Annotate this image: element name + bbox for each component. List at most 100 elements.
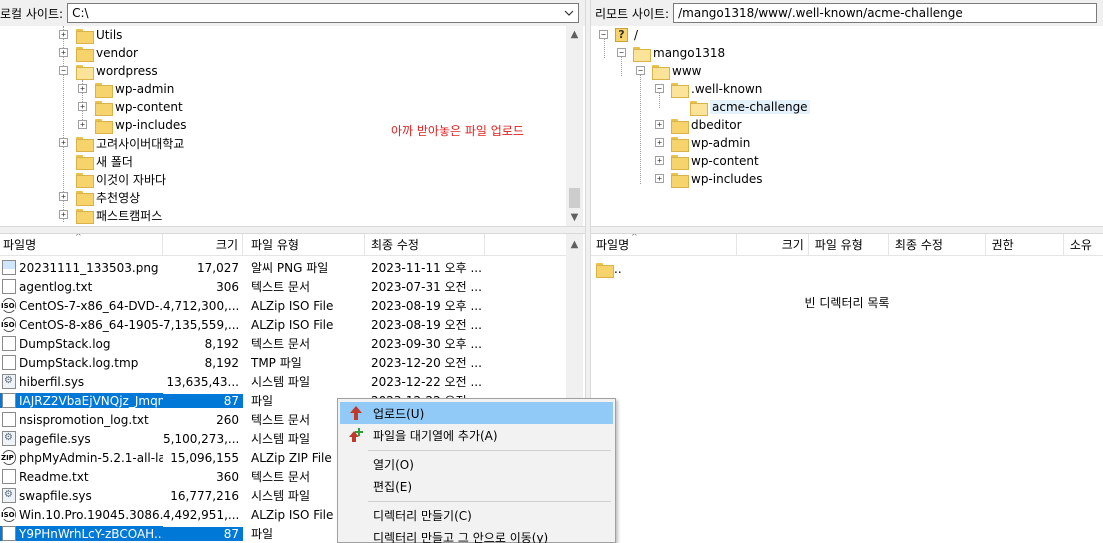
remote-tree-root[interactable]: ? / — [615, 26, 638, 44]
file-row[interactable]: DumpStack.log.tmp 8,192 TMP 파일 2023-12-20 오… — [0, 353, 485, 372]
file-type-cell: 텍스트 문서 — [251, 337, 311, 351]
file-name-cell: pagefile.sys — [0, 431, 163, 446]
expand-toggle-icon[interactable]: + — [655, 174, 664, 183]
file-size-cell: 5,100,273,... — [163, 431, 240, 446]
menu-separator — [368, 501, 611, 502]
tree-item-fastcampus[interactable]: 패스트캠퍼스 — [76, 206, 162, 224]
expand-toggle-icon[interactable]: + — [59, 210, 68, 219]
expand-toggle-icon[interactable]: + — [59, 192, 68, 201]
tree-item-utils[interactable]: Utils — [76, 26, 122, 44]
file-row[interactable]: 20231111_133503.png 17,027 알씨 PNG 파일 2023-1… — [0, 258, 485, 277]
tree-item-vendor[interactable]: vendor — [76, 44, 138, 62]
file-row[interactable]: DumpStack.log 8,192 텍스트 문서 2023-09-30 오후 ..… — [0, 334, 485, 353]
folder-icon — [76, 154, 94, 170]
collapse-toggle-icon[interactable]: − — [59, 66, 68, 75]
remote-site-path-value: /mango1318/www/.well-known/acme-challeng… — [678, 6, 963, 20]
tree-item-wp-includes[interactable]: wp-includes — [95, 116, 187, 134]
file-row[interactable]: CentOS-7-x86_64-DVD-...4,712,300,... ALZi… — [0, 296, 485, 315]
expand-toggle-icon[interactable]: + — [78, 84, 87, 93]
tree-item-java[interactable]: 이것이 자바다 — [76, 170, 166, 188]
iso-file-icon — [1, 317, 16, 332]
remote-site-path-input[interactable]: /mango1318/www/.well-known/acme-challeng… — [673, 3, 1098, 23]
column-header-size[interactable]: 크기 — [163, 234, 243, 256]
file-size-cell: 15,096,155 — [170, 450, 239, 465]
scroll-down-icon[interactable]: ▼ — [566, 209, 583, 226]
remote-tree-mango1318[interactable]: mango1318 — [633, 44, 725, 62]
tree-item-recommended-videos[interactable]: 추천영상 — [76, 188, 140, 206]
menu-item-create-directory[interactable]: 디렉터리 만들기(C) — [340, 504, 613, 526]
column-header-name[interactable]: 파일명 ^ — [591, 234, 738, 256]
expand-toggle-icon[interactable]: + — [655, 120, 664, 129]
remote-tree-wp-includes[interactable]: wp-includes — [671, 170, 763, 188]
menu-item-edit[interactable]: 편집(E) — [340, 475, 613, 497]
sort-ascending-icon: ^ — [631, 234, 638, 241]
file-name-cell: Y9PHnWrhLcY-zBCOAH... — [0, 526, 163, 541]
collapse-toggle-icon[interactable]: − — [655, 84, 664, 93]
parent-dir-row[interactable]: .. — [596, 260, 622, 278]
file-type-cell: 시스템 파일 — [251, 375, 311, 389]
tree-item-korea-cyber-univ[interactable]: 고려사이버대학교 — [76, 134, 184, 152]
file-name-cell: nsispromotion_log.txt — [0, 412, 163, 427]
expand-toggle-icon[interactable]: + — [655, 156, 664, 165]
sys-file-icon — [2, 431, 16, 446]
scroll-thumb[interactable] — [569, 188, 580, 208]
zip-file-icon — [1, 450, 16, 465]
folder-icon — [671, 172, 689, 188]
file-modified-cell: 2023-12-22 오전 ... — [371, 375, 482, 389]
horizontal-splitter[interactable] — [0, 226, 1103, 234]
menu-separator — [368, 450, 611, 451]
collapse-toggle-icon[interactable]: − — [636, 66, 645, 75]
file-type-cell: 텍스트 문서 — [251, 280, 311, 294]
expand-toggle-icon[interactable]: + — [59, 138, 68, 147]
chevron-down-icon[interactable] — [562, 5, 576, 21]
file-modified-cell: 2023-08-19 오전 ... — [371, 318, 482, 332]
tree-item-wordpress[interactable]: wordpress — [76, 62, 158, 80]
local-site-path-input[interactable]: C:\ — [67, 3, 580, 23]
remote-tree-www[interactable]: www — [652, 62, 701, 80]
remote-tree-wp-content[interactable]: wp-content — [671, 152, 759, 170]
file-type-cell: 알씨 PNG 파일 — [251, 261, 329, 275]
collapse-toggle-icon[interactable]: − — [617, 48, 626, 57]
doc-file-icon — [2, 393, 16, 408]
expand-toggle-icon[interactable]: + — [655, 138, 664, 147]
file-size-cell: 13,635,43... — [166, 374, 239, 389]
menu-item-create-and-enter-directory[interactable]: 디렉터리 만들고 그 안으로 이동(y) — [340, 526, 613, 543]
file-name-cell: Readme.txt — [0, 469, 163, 484]
expand-toggle-icon[interactable]: + — [59, 48, 68, 57]
file-row[interactable]: agentlog.txt 306 텍스트 문서 2023-07-31 오전 ... — [0, 277, 485, 296]
expand-toggle-icon[interactable]: + — [78, 120, 87, 129]
scroll-up-icon[interactable]: ▲ — [566, 236, 583, 253]
collapse-toggle-icon[interactable]: − — [599, 30, 608, 39]
column-header-owner[interactable]: 소유 — [1064, 234, 1103, 256]
scroll-up-icon[interactable]: ▲ — [566, 26, 583, 43]
remote-tree-acme-challenge[interactable]: acme-challenge — [690, 98, 810, 116]
column-header-type[interactable]: 파일 유형 — [243, 234, 365, 256]
menu-item-open[interactable]: 열기(O) — [340, 453, 613, 475]
folder-icon — [76, 190, 94, 206]
folder-icon — [76, 172, 94, 188]
local-site-path-value: C:\ — [72, 6, 89, 20]
remote-tree-well-known[interactable]: .well-known — [671, 80, 762, 98]
expand-toggle-icon[interactable]: + — [59, 30, 68, 39]
column-header-size[interactable]: 크기 — [737, 234, 809, 256]
menu-item-upload[interactable]: 업로드(U) — [340, 402, 613, 424]
column-header-name[interactable]: 파일명 ^ — [0, 234, 163, 256]
file-row[interactable]: hiberfil.sys13,635,43... 시스템 파일 2023-12-22… — [0, 372, 485, 391]
file-row[interactable]: CentOS-8-x86_64-1905-...7,135,559,... ALZ… — [0, 315, 485, 334]
column-header-perms[interactable]: 권한 — [986, 234, 1064, 256]
remote-tree-wp-admin[interactable]: wp-admin — [671, 134, 750, 152]
remote-tree-dbeditor[interactable]: dbeditor — [671, 116, 742, 134]
file-size-cell: 360 — [216, 469, 239, 484]
column-header-modified[interactable]: 최종 수정 — [365, 234, 485, 256]
tree-item-wp-content[interactable]: wp-content — [95, 98, 183, 116]
tree-item-wp-admin[interactable]: wp-admin — [95, 80, 174, 98]
column-header-modified[interactable]: 최종 수정 — [889, 234, 986, 256]
expand-toggle-icon[interactable]: + — [78, 102, 87, 111]
iso-file-icon — [1, 507, 16, 522]
local-site-label: 로컬 사이트: — [0, 6, 64, 21]
menu-item-add-to-queue[interactable]: 파일을 대기열에 추가(A) — [340, 424, 613, 446]
tree-item-new-folder[interactable]: 새 폴더 — [76, 152, 133, 170]
local-tree-scrollbar[interactable]: ▲ ▼ — [566, 26, 583, 226]
doc-file-icon — [2, 469, 16, 484]
column-header-type[interactable]: 파일 유형 — [809, 234, 889, 256]
